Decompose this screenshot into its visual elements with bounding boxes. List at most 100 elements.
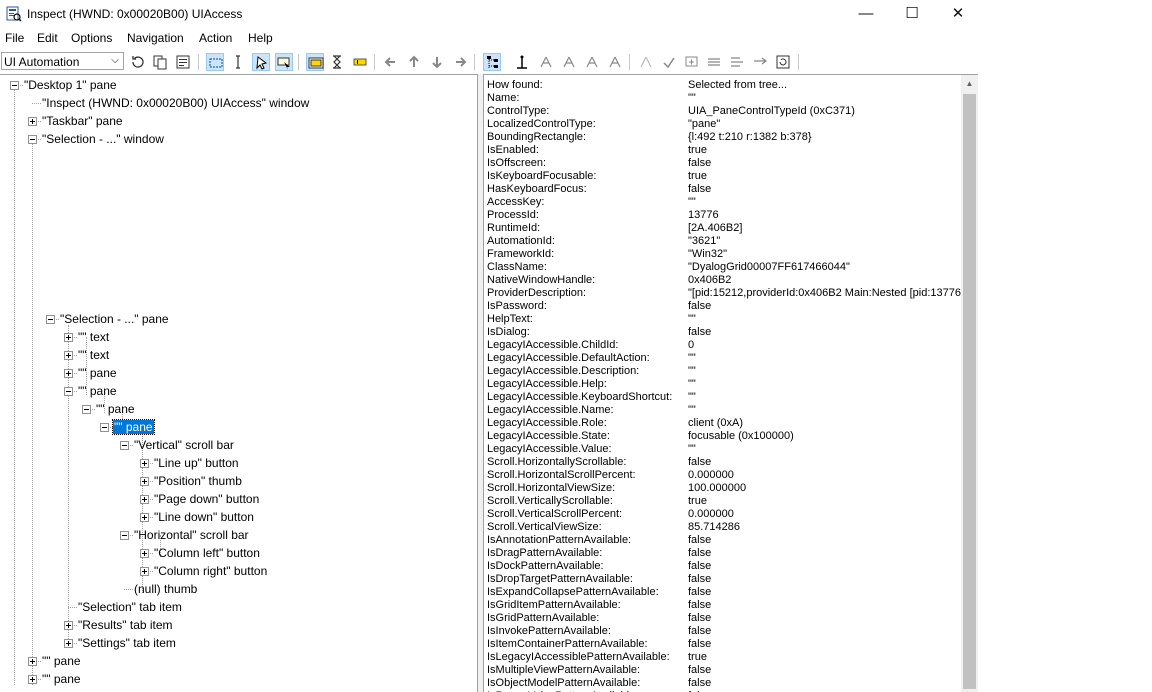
expand-icon[interactable] (140, 549, 149, 558)
property-row[interactable]: IsObjectModelPatternAvailable: false (487, 677, 957, 690)
tree-node[interactable]: "Column left" button (0, 545, 470, 562)
property-row[interactable]: LocalizedControlType: "pane" (487, 118, 957, 131)
property-row[interactable]: LegacyIAccessible.KeyboardShortcut: "" (487, 391, 957, 404)
property-row[interactable]: IsMultipleViewPatternAvailable: false (487, 664, 957, 677)
property-row[interactable]: IsKeyboardFocusable: true (487, 170, 957, 183)
property-row[interactable]: ClassName: "DyalogGrid00007FF617466044" (487, 261, 957, 274)
tree-node-label[interactable]: "" pane (41, 672, 82, 686)
property-row[interactable]: IsAnnotationPatternAvailable: false (487, 534, 957, 547)
expand-icon[interactable] (64, 621, 73, 630)
property-row[interactable]: IsOffscreen: false (487, 157, 957, 170)
property-row[interactable]: ProviderDescription: "[pid:15212,provider… (487, 287, 970, 300)
property-row[interactable]: LegacyIAccessible.DefaultAction: "" (487, 352, 957, 365)
tree-node-label[interactable]: "Horizontal" scroll bar (133, 528, 250, 542)
expand-icon[interactable] (64, 369, 73, 378)
property-row[interactable]: LegacyIAccessible.Name: "" (487, 404, 957, 417)
property-row[interactable]: LegacyIAccessible.State: focusable (0x100… (487, 430, 957, 443)
tree-node[interactable]: "Inspect (HWND: 0x00020B00) UIAccess" wi… (0, 95, 470, 112)
tree-node[interactable]: "" pane (0, 653, 470, 670)
action-refresh-icon[interactable] (774, 53, 792, 71)
refresh-icon[interactable] (129, 53, 147, 71)
tree-node[interactable]: "" text (0, 347, 470, 364)
tree-raw-icon[interactable] (513, 53, 531, 71)
close-button[interactable]: ✕ (935, 0, 981, 28)
expand-icon[interactable] (140, 495, 149, 504)
tree-node-label[interactable]: "Taskbar" pane (41, 114, 124, 128)
property-row[interactable]: Scroll.HorizontalScrollPercent: 0.000000 (487, 469, 957, 482)
collapse-icon[interactable] (64, 387, 73, 396)
tree-node[interactable]: "Line down" button (0, 509, 470, 526)
tree-control-icon[interactable] (537, 53, 555, 71)
tree-node[interactable]: "Taskbar" pane (0, 113, 470, 130)
tree-node[interactable]: "Page down" button (0, 491, 470, 508)
tree-node[interactable]: "Desktop 1" pane (0, 77, 470, 94)
tree-node-label[interactable]: "Page down" button (153, 492, 260, 506)
tree-node-label[interactable]: "" pane (77, 366, 118, 380)
nav-first-child-icon[interactable] (428, 53, 446, 71)
tree-node-label[interactable]: "Selection" tab item (77, 600, 183, 614)
tree-node[interactable]: "" pane (0, 401, 470, 418)
tree-node-label[interactable]: "Line up" button (153, 456, 240, 470)
property-row[interactable]: Scroll.VerticalViewSize: 85.714286 (487, 521, 957, 534)
menu-help[interactable]: Help (248, 31, 273, 45)
tree-node-label[interactable]: "Vertical" scroll bar (133, 438, 235, 452)
property-row[interactable]: IsPassword: false (487, 300, 957, 313)
action-scroll-icon[interactable] (728, 53, 746, 71)
tree-node[interactable]: "Horizontal" scroll bar (0, 527, 470, 544)
tree-node-label[interactable]: "Position" thumb (153, 474, 243, 488)
caret-icon[interactable] (351, 53, 369, 71)
show-tree-icon[interactable] (483, 53, 501, 71)
tree-node[interactable]: "" pane (0, 365, 470, 382)
property-row[interactable]: IsExpandCollapsePatternAvailable: false (487, 586, 957, 599)
tree-custom-icon[interactable] (583, 53, 601, 71)
action-invoke-icon[interactable] (637, 53, 655, 71)
tree-node-label[interactable]: "" pane (112, 419, 155, 435)
property-row[interactable]: Name: "" (487, 92, 957, 105)
minimize-button[interactable]: — (843, 0, 889, 28)
scroll-thumb[interactable] (963, 94, 976, 689)
tree-node-label[interactable]: "Inspect (HWND: 0x00020B00) UIAccess" wi… (41, 96, 310, 110)
property-row[interactable]: Scroll.HorizontalViewSize: 100.000000 (487, 482, 957, 495)
tree-content-icon[interactable] (560, 53, 578, 71)
expand-icon[interactable] (28, 117, 37, 126)
tree-node-label[interactable]: "Selection - ..." pane (59, 312, 170, 326)
property-row[interactable]: IsDockPatternAvailable: false (487, 560, 957, 573)
tree-node[interactable]: "Column right" button (0, 563, 470, 580)
property-row[interactable]: RuntimeId: [2A.406B2] (487, 222, 957, 235)
property-row[interactable]: Scroll.VerticalScrollPercent: 0.000000 (487, 508, 957, 521)
menu-action[interactable]: Action (199, 31, 232, 45)
property-row[interactable]: How found: Selected from tree... (487, 79, 957, 92)
action-move-icon[interactable] (751, 53, 769, 71)
properties-scrollbar[interactable]: ▲ (961, 75, 978, 692)
property-row[interactable]: LegacyIAccessible.Value: "" (487, 443, 957, 456)
text-cursor-icon[interactable] (229, 53, 247, 71)
expand-icon[interactable] (140, 513, 149, 522)
tree-node-label[interactable]: "" text (77, 348, 110, 362)
watch-focus-icon[interactable] (206, 53, 224, 71)
element-tree[interactable]: "Desktop 1" pane "Inspect (HWND: 0x00020B… (0, 74, 478, 692)
tree-node-label[interactable]: "Results" tab item (77, 618, 174, 632)
tree-node-label[interactable]: "Column left" button (153, 546, 261, 560)
collapse-icon[interactable] (28, 135, 37, 144)
menu-file[interactable]: File (5, 31, 24, 45)
menu-navigation[interactable]: Navigation (127, 31, 184, 45)
tree-node[interactable]: "Selection - ..." window (0, 131, 470, 148)
menu-edit[interactable]: Edit (37, 31, 58, 45)
action-toggle-icon[interactable] (660, 53, 678, 71)
property-row[interactable]: IsGridPatternAvailable: false (487, 612, 957, 625)
tree-node[interactable]: "Settings" tab item (0, 635, 470, 652)
nav-parent-icon[interactable] (405, 53, 423, 71)
copy-icon[interactable] (151, 53, 169, 71)
tree-filter-icon[interactable] (606, 53, 624, 71)
tree-node-label[interactable]: "Selection - ..." window (41, 132, 165, 146)
tree-node-label[interactable]: "Column right" button (153, 564, 268, 578)
property-row[interactable]: IsLegacyIAccessiblePatternAvailable: true (487, 651, 957, 664)
menu-options[interactable]: Options (71, 31, 112, 45)
highlight-rectangle-icon[interactable] (306, 53, 324, 71)
tree-node-label[interactable]: "" pane (77, 384, 118, 398)
property-row[interactable]: IsEnabled: true (487, 144, 957, 157)
tree-node[interactable]: "Vertical" scroll bar (0, 437, 470, 454)
tree-node[interactable]: "Selection - ..." pane (0, 311, 470, 328)
tree-node[interactable]: "" pane (0, 383, 470, 400)
expand-icon[interactable] (64, 639, 73, 648)
